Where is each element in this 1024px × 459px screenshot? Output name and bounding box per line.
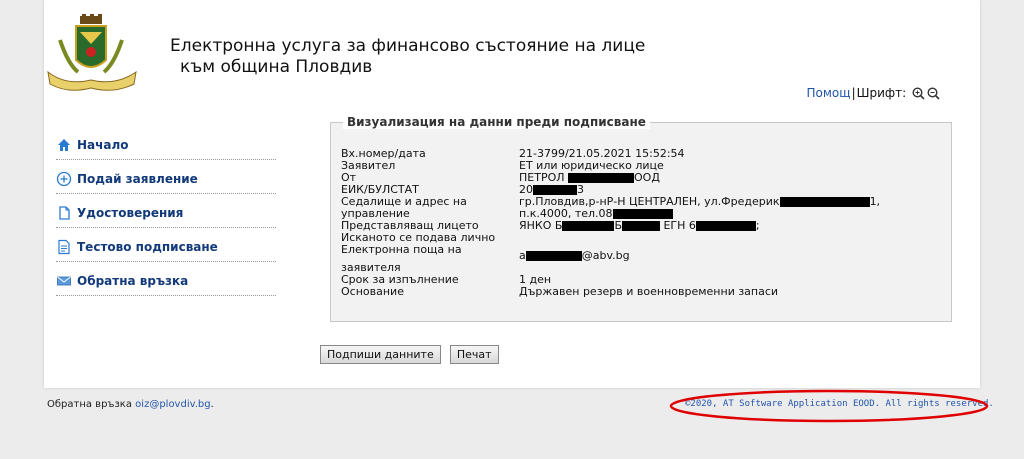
highlight-oval bbox=[669, 389, 989, 423]
row-value-part: ; bbox=[755, 219, 760, 232]
row-label: Заявител bbox=[341, 159, 396, 172]
footer-feedback-label: Обратна връзка bbox=[47, 399, 132, 410]
nav-item-label[interactable]: Начало bbox=[77, 138, 129, 152]
home-icon bbox=[58, 138, 70, 151]
nav-item-test-signing[interactable]: Тестово подписване bbox=[56, 228, 276, 262]
row-value-part: ЯНКО Б bbox=[519, 219, 563, 232]
font-label: Шрифт: bbox=[856, 86, 907, 100]
help-link[interactable]: Помощ bbox=[807, 86, 851, 100]
redaction-bar bbox=[779, 197, 870, 207]
sidebar-nav: Начало Подай заявление Удостоверения Тес… bbox=[56, 126, 276, 296]
row-value: a @abv.bg bbox=[519, 244, 941, 262]
row-value-part: ООД bbox=[634, 171, 660, 184]
separator: | bbox=[851, 86, 856, 100]
row-value-part: ЕГН 6 bbox=[659, 219, 696, 232]
nav-item-feedback[interactable]: Обратна връзка bbox=[56, 262, 276, 296]
print-button[interactable]: Печат bbox=[449, 345, 499, 364]
nav-item-label[interactable]: Обратна връзка bbox=[77, 274, 188, 288]
redaction-bar bbox=[695, 221, 756, 231]
plus-circle-icon bbox=[56, 171, 72, 186]
nav-item-certificates[interactable]: Удостоверения bbox=[56, 194, 276, 228]
row-value: п.к.4000, тел.08 bbox=[519, 208, 941, 220]
redaction-bar bbox=[621, 221, 660, 231]
nav-item-label[interactable]: Удостоверения bbox=[77, 206, 183, 220]
redaction-bar bbox=[568, 173, 635, 183]
nav-item-submit-request[interactable]: Подай заявление bbox=[56, 160, 276, 194]
footer-feedback-end: . bbox=[210, 399, 214, 410]
row-value bbox=[519, 232, 941, 244]
nav-item-label[interactable]: Тестово подписване bbox=[77, 240, 218, 254]
panel-legend: Визуализация на данни преди подписване bbox=[343, 115, 650, 129]
redaction-bar bbox=[533, 185, 577, 195]
nav-item-home[interactable]: Начало bbox=[56, 126, 276, 160]
data-preview-panel: Визуализация на данни преди подписване В… bbox=[330, 115, 952, 322]
zoom-in-icon[interactable] bbox=[912, 87, 925, 100]
row-value bbox=[519, 262, 941, 274]
row-value: Държавен резерв и военновременни запаси bbox=[519, 285, 779, 298]
sign-data-button[interactable]: Подпиши данните bbox=[320, 345, 441, 364]
row-label: Електронна поща на bbox=[341, 243, 462, 256]
row-label: Основание bbox=[341, 285, 404, 298]
mail-icon bbox=[57, 276, 71, 285]
plovdiv-coat-of-arms-icon bbox=[47, 14, 137, 91]
page-title-line1: Електронна услуга за финансово състояние… bbox=[170, 36, 646, 56]
page-title-line2: към община Пловдив bbox=[180, 57, 373, 77]
row-value-part: Б bbox=[614, 219, 622, 232]
row-value: ЕТ или юридическо лице bbox=[519, 159, 664, 172]
document-icon bbox=[59, 205, 70, 220]
redaction-bar bbox=[612, 209, 673, 219]
preview-row: Седалище и адрес на гр.Пловдив,р-нР-Н ЦЕН… bbox=[341, 196, 941, 208]
main-page: Електронна услуга за финансово състояние… bbox=[44, 0, 980, 388]
redaction-bar bbox=[562, 221, 615, 231]
preview-rows: Вх.номер/дата 21-3799/21.05.2021 15:52:54… bbox=[341, 148, 941, 298]
preview-row: Основание Държавен резерв и военновременн… bbox=[341, 286, 941, 298]
zoom-out-icon[interactable] bbox=[927, 87, 940, 100]
action-buttons: Подпиши данните Печат bbox=[320, 343, 503, 364]
row-value-part: @abv.bg bbox=[581, 249, 630, 262]
row-value-part: 1, bbox=[869, 195, 881, 208]
row-value: ЯНКО Б Б ЕГН 6; bbox=[519, 220, 941, 232]
preview-row: От ПЕТРОЛ ООД bbox=[341, 172, 941, 184]
footer-feedback: Обратна връзка oiz@plovdiv.bg. bbox=[47, 399, 214, 410]
preview-row: Електронна поща на a @abv.bg bbox=[341, 244, 941, 262]
redaction-bar bbox=[525, 251, 582, 261]
nav-item-label[interactable]: Подай заявление bbox=[77, 172, 198, 186]
footer-email-link[interactable]: oiz@plovdiv.bg bbox=[135, 399, 210, 410]
top-links: Помощ|Шрифт: bbox=[807, 86, 940, 100]
row-value-part: a bbox=[519, 249, 526, 262]
sign-document-icon bbox=[58, 239, 70, 254]
page-title: Електронна услуга за финансово състояние… bbox=[170, 36, 645, 78]
